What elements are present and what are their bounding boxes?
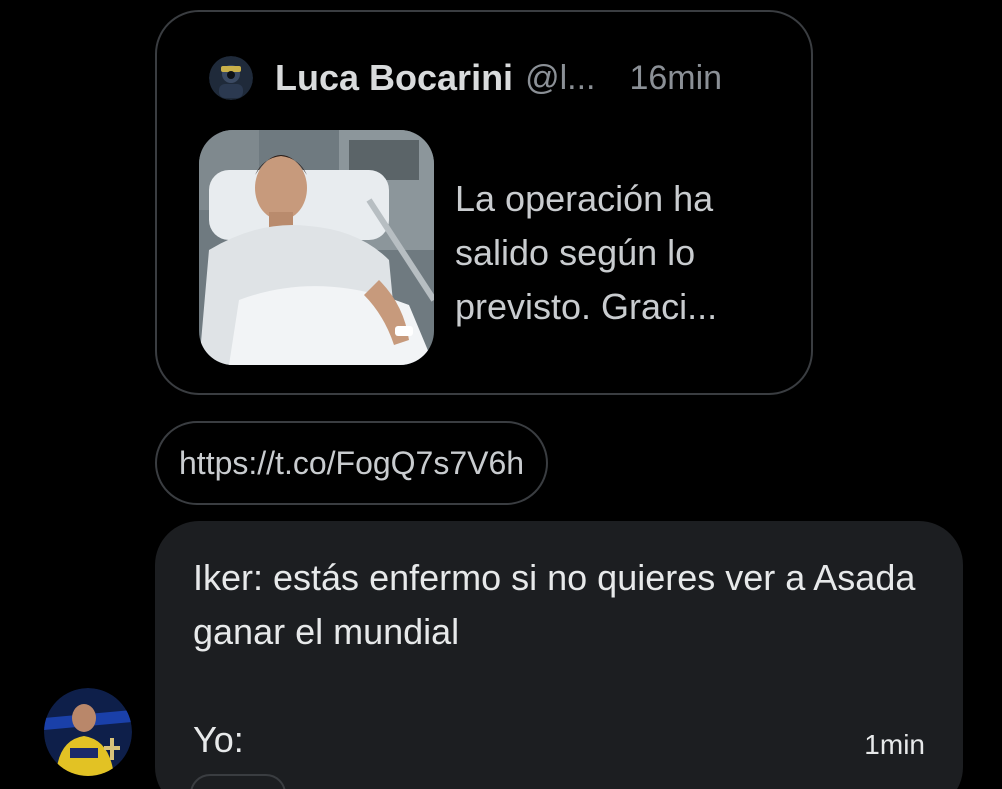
link-preview-url[interactable]: https://t.co/FogQ7s7V6h: [155, 421, 549, 505]
author-handle: @l...: [525, 58, 596, 97]
tweet-timestamp: 16min: [629, 58, 723, 97]
quoted-tweet-card[interactable]: Luca Bocarini @l... 16min La operación h…: [155, 10, 813, 395]
user-avatar-icon[interactable]: [209, 56, 253, 100]
tweet-media-thumbnail[interactable]: [199, 130, 434, 365]
dm-conversation: Luca Bocarini @l... 16min La operación h…: [0, 0, 1002, 789]
rider-avatar-icon[interactable]: [44, 688, 132, 776]
message-timestamp: 1min: [864, 729, 925, 760]
next-message-preview[interactable]: [190, 774, 286, 789]
quoted-tweet-header: Luca Bocarini @l... 16min: [209, 52, 722, 104]
message-bubble[interactable]: Iker: estás enfermo si no quieres ver a …: [155, 521, 963, 789]
author-name[interactable]: Luca Bocarini: [275, 57, 513, 99]
message-text: Iker: estás enfermo si no quieres ver a …: [193, 557, 916, 760]
quoted-tweet-text: La operación ha salido según lo previsto…: [455, 178, 718, 327]
